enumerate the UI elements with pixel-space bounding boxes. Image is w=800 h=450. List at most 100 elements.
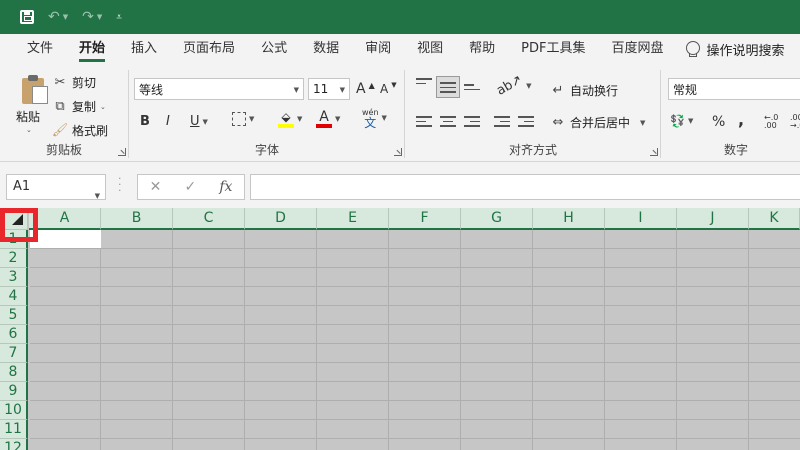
- tab-data[interactable]: 数据: [300, 34, 352, 64]
- clipboard-launcher-icon[interactable]: [118, 148, 126, 156]
- row-header-8[interactable]: 8: [0, 363, 28, 382]
- decrease-decimal-button[interactable]: .00 →.0: [790, 114, 800, 130]
- tab-help[interactable]: 帮助: [456, 34, 508, 64]
- comma-button[interactable]: ,: [738, 110, 744, 129]
- paste-icon: [20, 74, 50, 106]
- grow-font-button[interactable]: A ▲: [356, 81, 375, 98]
- phonetic-button[interactable]: wén 文 ▼: [362, 108, 387, 129]
- alignment-launcher-icon[interactable]: [650, 148, 658, 156]
- alignment-group-label: 对齐方式: [508, 143, 557, 157]
- column-header-i[interactable]: I: [605, 208, 677, 230]
- align-center-icon[interactable]: [440, 116, 456, 130]
- fill-bucket-icon: ⬙: [278, 110, 294, 128]
- tab-insert[interactable]: 插入: [118, 34, 170, 64]
- customize-quick-access-button[interactable]: ⩡: [116, 12, 122, 23]
- column-header-a[interactable]: A: [29, 208, 101, 230]
- insert-function-icon[interactable]: fx: [219, 179, 232, 195]
- copy-dropdown-icon: ⌄: [100, 102, 106, 111]
- tab-baidu-netdisk[interactable]: 百度网盘: [598, 34, 676, 64]
- row-header-5[interactable]: 5: [0, 306, 28, 325]
- tell-me-search[interactable]: 操作说明搜索: [676, 40, 785, 59]
- cut-button[interactable]: ✂ 剪切: [52, 74, 96, 91]
- align-left-icon[interactable]: [416, 116, 432, 130]
- row-header-6[interactable]: 6: [0, 325, 28, 344]
- save-button[interactable]: [20, 10, 34, 24]
- column-header-k[interactable]: K: [749, 208, 800, 230]
- formula-input[interactable]: [250, 174, 800, 200]
- font-name-combo[interactable]: 等线 ▼: [134, 78, 304, 100]
- align-top-icon[interactable]: [416, 78, 432, 92]
- tab-page-layout[interactable]: 页面布局: [170, 34, 248, 64]
- row-header-3[interactable]: 3: [0, 268, 28, 287]
- paste-label: 粘贴: [16, 110, 41, 124]
- row-header-12[interactable]: 12: [0, 439, 28, 450]
- row-header-11[interactable]: 11: [0, 420, 28, 439]
- cell-area[interactable]: [30, 230, 800, 450]
- undo-icon: ↶: [48, 9, 60, 25]
- row-header-2[interactable]: 2: [0, 249, 28, 268]
- decrease-indent-icon[interactable]: [494, 116, 510, 130]
- font-group-label: 字体: [254, 143, 279, 157]
- undo-button[interactable]: ↶ ▼: [48, 9, 68, 25]
- tab-formulas[interactable]: 公式: [248, 34, 300, 64]
- percent-button[interactable]: %: [712, 114, 725, 130]
- number-format-combo[interactable]: 常规: [668, 78, 800, 100]
- row-header-9[interactable]: 9: [0, 382, 28, 401]
- font-size-value: 11: [313, 82, 329, 96]
- font-size-combo[interactable]: 11 ▼: [308, 78, 350, 100]
- paste-button[interactable]: 粘贴 ⌄: [6, 70, 50, 136]
- row-header-10[interactable]: 10: [0, 401, 28, 420]
- redo-button[interactable]: ↷ ▼: [82, 9, 102, 25]
- cancel-icon[interactable]: ✕: [150, 179, 162, 195]
- column-header-b[interactable]: B: [101, 208, 173, 230]
- tab-file[interactable]: 文件: [14, 34, 66, 64]
- column-header-h[interactable]: H: [533, 208, 605, 230]
- tell-me-label: 操作说明搜索: [706, 43, 785, 59]
- fill-color-button[interactable]: ⬙ ▼: [278, 110, 302, 128]
- number-format-value: 常规: [673, 82, 698, 97]
- customize-icon: ⩡: [116, 11, 122, 23]
- underline-button[interactable]: U ▼: [190, 114, 208, 129]
- orientation-button[interactable]: ab↗ ▼: [494, 72, 531, 99]
- copy-button[interactable]: ⧉ 复制 ⌄: [52, 98, 106, 115]
- align-bottom-icon[interactable]: [464, 84, 480, 98]
- font-group: 等线 ▼ 11 ▼ A ▲ A ▼ B I U ▼ ▼ ⬙ ▼ A ▼ wén …: [130, 68, 404, 160]
- column-header-c[interactable]: C: [173, 208, 245, 230]
- active-cell-a1[interactable]: [30, 230, 101, 248]
- worksheet-grid: A B C D E F G H I J K 1 2 3 4 5 6 7 8 9 …: [0, 208, 800, 450]
- shrink-arrow-icon: ▼: [391, 81, 397, 89]
- increase-decimal-button[interactable]: ←.0 .00: [764, 114, 784, 130]
- increase-indent-icon[interactable]: [518, 116, 534, 130]
- italic-button[interactable]: I: [166, 114, 170, 129]
- name-box[interactable]: A1 ▼: [6, 174, 106, 200]
- borders-button[interactable]: ▼: [232, 112, 254, 126]
- wrap-text-icon: ↵: [552, 83, 564, 98]
- align-right-icon[interactable]: [464, 116, 480, 130]
- shrink-font-button[interactable]: A ▼: [380, 81, 397, 96]
- font-color-button[interactable]: A ▼: [316, 110, 340, 128]
- copy-label: 复制: [72, 100, 97, 114]
- format-painter-button[interactable]: 🖌 格式刷: [52, 122, 108, 139]
- column-header-g[interactable]: G: [461, 208, 533, 230]
- font-launcher-icon[interactable]: [394, 148, 402, 156]
- row-header-4[interactable]: 4: [0, 287, 28, 306]
- formula-buttons: ✕ ✓ fx: [137, 174, 245, 200]
- column-header-f[interactable]: F: [389, 208, 461, 230]
- align-middle-button[interactable]: [436, 76, 460, 98]
- column-header-j[interactable]: J: [677, 208, 749, 230]
- enter-icon[interactable]: ✓: [184, 179, 196, 195]
- tab-home[interactable]: 开始: [66, 34, 118, 64]
- tab-review[interactable]: 审阅: [352, 34, 404, 64]
- merge-center-button[interactable]: ⇔ 合并后居中 ▼: [550, 114, 646, 131]
- row-header-7[interactable]: 7: [0, 344, 28, 363]
- accounting-format-button[interactable]: 💱 ▼: [670, 114, 693, 128]
- accounting-dropdown-icon: ▼: [687, 117, 694, 125]
- wrap-text-button[interactable]: ↵ 自动换行: [550, 82, 618, 99]
- bold-button[interactable]: B: [140, 114, 150, 129]
- formula-bar-grip-icon[interactable]: · · ·: [118, 173, 122, 196]
- tab-view[interactable]: 视图: [404, 34, 456, 64]
- save-icon: [20, 10, 34, 24]
- column-header-d[interactable]: D: [245, 208, 317, 230]
- tab-pdf-tools[interactable]: PDF工具集: [508, 34, 598, 64]
- column-header-e[interactable]: E: [317, 208, 389, 230]
